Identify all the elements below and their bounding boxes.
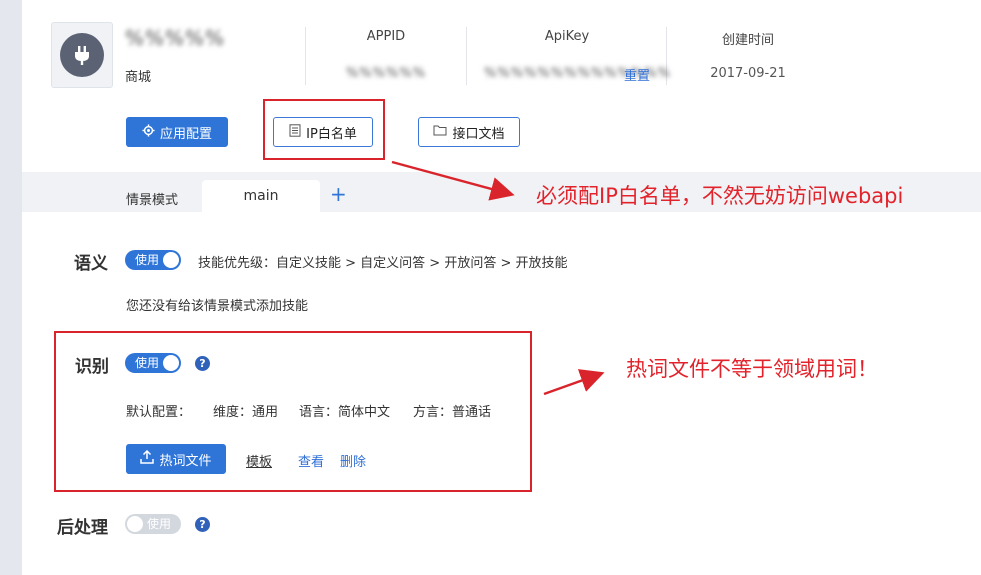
toggle-knob: [127, 516, 143, 532]
view-link[interactable]: 查看: [298, 451, 324, 470]
toggle-knob: [163, 252, 179, 268]
postprocess-title: 后处理: [57, 518, 108, 538]
help-icon[interactable]: ?: [195, 517, 210, 532]
semantic-toggle-label: 使用: [135, 253, 160, 267]
no-skill-hint: 您还没有给该情景模式添加技能: [126, 299, 309, 314]
default-config-label: 默认配置：: [126, 405, 192, 420]
toggle-knob: [163, 355, 179, 371]
annotation-hotword-note: 热词文件不等于领域用词！: [626, 357, 878, 381]
delete-link[interactable]: 删除: [340, 451, 366, 470]
recognition-toggle-label: 使用: [135, 356, 160, 370]
language-value: 语言：简体中文: [299, 405, 391, 420]
postprocess-toggle-label: 使用: [147, 517, 172, 531]
template-link[interactable]: 模板: [246, 451, 272, 470]
dimension-value: 维度：通用: [213, 405, 279, 420]
semantic-toggle[interactable]: 使用: [125, 250, 181, 270]
dialect-value: 方言：普通话: [413, 405, 492, 420]
hotword-file-label: 热词文件: [159, 453, 212, 469]
semantic-title: 语义: [74, 254, 108, 274]
help-icon[interactable]: ?: [195, 356, 210, 371]
postprocess-toggle[interactable]: 使用: [125, 514, 181, 534]
hotword-file-button[interactable]: 热词文件: [126, 444, 226, 474]
annotation-ip-note: 必须配IP白名单，不然无妨访问webapi: [536, 184, 904, 208]
skill-priority-text: 技能优先级：自定义技能 > 自定义问答 > 开放问答 > 开放技能: [198, 256, 568, 271]
recognition-title: 识别: [75, 357, 109, 377]
upload-icon: [140, 449, 155, 468]
recognition-toggle[interactable]: 使用: [125, 353, 181, 373]
